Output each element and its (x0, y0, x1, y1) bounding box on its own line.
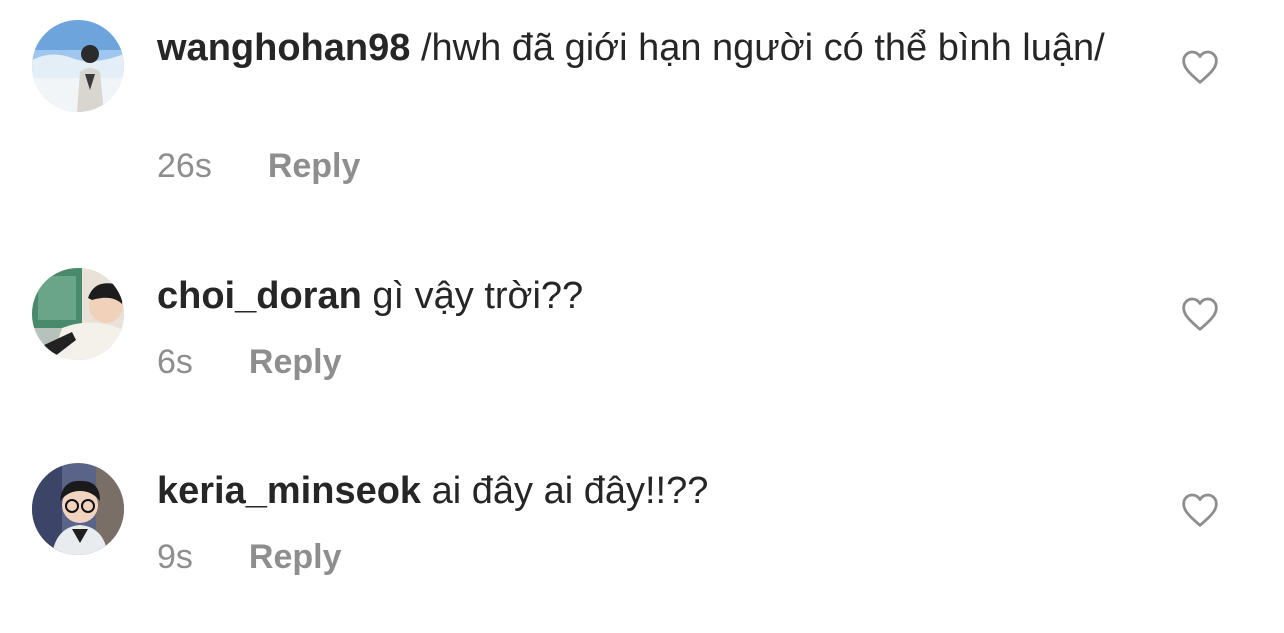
reply-button[interactable]: Reply (249, 342, 342, 382)
heart-outline-icon[interactable] (1180, 490, 1220, 530)
comment-body: keria_minseok ai đây ai đây!!?? (157, 468, 1107, 514)
comment-body: choi_doran gì vậy trời?? (157, 273, 1107, 319)
comment-timestamp: 26s (157, 147, 212, 185)
comment-body: wanghohan98 /hwh đã giới hạn người có th… (157, 25, 1107, 71)
avatar[interactable] (32, 20, 124, 112)
comment-username[interactable]: keria_minseok (157, 470, 421, 512)
comment-text: /hwh đã giới hạn người có thể bình luận/ (420, 27, 1105, 69)
comment-meta: 9s Reply (157, 537, 342, 577)
comment-meta: 26s Reply (157, 146, 360, 186)
avatar[interactable] (32, 268, 124, 360)
heart-outline-icon[interactable] (1180, 294, 1220, 334)
comment-username[interactable]: choi_doran (157, 275, 362, 317)
reply-button[interactable]: Reply (249, 537, 342, 577)
heart-outline-icon[interactable] (1180, 47, 1220, 87)
avatar-image (32, 268, 124, 360)
comment-text: ai đây ai đây!!?? (431, 470, 709, 512)
comment-timestamp: 9s (157, 538, 193, 576)
reply-button[interactable]: Reply (268, 146, 361, 186)
avatar-image (32, 463, 124, 555)
comment-username[interactable]: wanghohan98 (157, 27, 410, 69)
comment-meta: 6s Reply (157, 342, 342, 382)
avatar-image (32, 20, 124, 112)
avatar[interactable] (32, 463, 124, 555)
comment-text: gì vậy trời?? (372, 275, 584, 317)
comment-timestamp: 6s (157, 343, 193, 381)
